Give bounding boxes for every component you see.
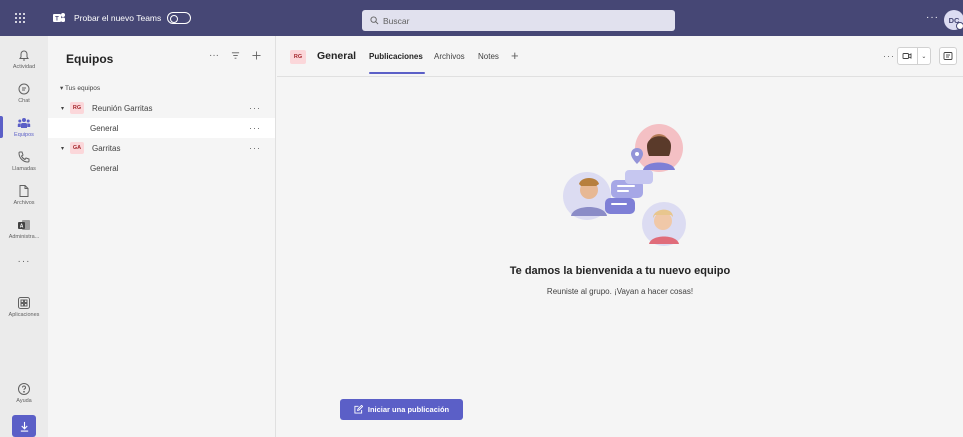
channel-more-button[interactable]: ··· [883, 51, 895, 61]
panel-more-button[interactable]: ··· [209, 50, 219, 61]
channel-info-button[interactable] [939, 47, 957, 65]
rail-item-files[interactable]: Archivos [0, 178, 48, 212]
apps-icon [18, 297, 30, 309]
rail-item-help[interactable]: Ayuda [0, 376, 48, 410]
svg-text:A: A [20, 224, 24, 230]
team-item-garritas[interactable]: ▾ GA Garritas ··· [48, 138, 275, 158]
download-button[interactable] [12, 415, 36, 437]
team-name: Garritas [92, 143, 121, 153]
teams-icon [17, 118, 31, 128]
your-teams-section[interactable]: ▾ Tus equipos [60, 84, 100, 92]
chevron-down-icon[interactable]: ⌄ [918, 53, 930, 60]
active-tab-indicator [369, 72, 425, 74]
rail-item-label: Ayuda [16, 398, 32, 404]
channel-title: General [317, 50, 357, 62]
more-apps-button[interactable]: ··· [0, 256, 48, 267]
rail-item-activity[interactable]: Actividad [0, 42, 48, 76]
admin-app-icon: A [18, 220, 30, 230]
chevron-down-icon: ▾ [60, 145, 64, 152]
tab-archivos[interactable]: Archivos [434, 52, 465, 61]
channel-item-general[interactable]: General [48, 158, 275, 178]
chevron-down-icon: ▾ [60, 105, 64, 112]
channel-header: RG General Publicaciones Archivos Notes … [277, 36, 963, 77]
channel-view: RG General Publicaciones Archivos Notes … [277, 36, 963, 437]
channel-name: General [90, 163, 119, 173]
presence-status-icon [956, 22, 963, 30]
team-more-button[interactable]: ··· [249, 143, 261, 153]
download-icon [20, 421, 28, 432]
app-launcher-waffle-icon[interactable] [0, 0, 40, 36]
new-post-label: Iniciar una publicación [367, 405, 450, 414]
section-label: Tus equipos [64, 85, 101, 92]
panel-info-icon [943, 52, 953, 60]
rail-item-teams[interactable]: Equipos [0, 110, 48, 144]
svg-text:T: T [55, 17, 59, 23]
tab-notes[interactable]: Notes [478, 52, 499, 61]
rail-item-admin[interactable]: A Administra... [0, 212, 48, 246]
team-badge: RG [70, 102, 84, 114]
rail-item-label: Equipos [14, 132, 34, 138]
tab-publicaciones[interactable]: Publicaciones [369, 52, 423, 61]
search-input[interactable]: Buscar [362, 10, 675, 31]
rail-item-label: Administra... [8, 234, 40, 240]
teams-logo-icon: T [52, 11, 66, 25]
add-tab-icon[interactable]: + [511, 48, 519, 63]
welcome-title: Te damos la bienvenida a tu nuevo equipo [509, 265, 731, 277]
channel-more-button[interactable]: ··· [249, 123, 261, 133]
rail-item-label: Archivos [13, 200, 35, 206]
panel-actions: ··· [209, 50, 261, 61]
add-team-icon[interactable] [252, 51, 261, 60]
meet-button[interactable]: ⌄ [897, 47, 931, 65]
team-badge: GA [70, 142, 84, 154]
channel-item-general[interactable]: General ··· [48, 118, 275, 138]
rail-item-label: Llamadas [12, 166, 36, 172]
chat-icon [18, 83, 30, 95]
welcome-subtitle: Reuniste al grupo. ¡Vayan a hacer cosas! [546, 287, 694, 296]
rail-item-apps[interactable]: Aplicaciones [0, 290, 48, 324]
panel-title: Equipos [66, 52, 114, 66]
channel-team-badge: RG [290, 50, 306, 64]
rail-item-label: Chat [18, 98, 30, 104]
settings-more-button[interactable]: ··· [926, 12, 939, 23]
team-name: Reunión Garritas [92, 103, 153, 113]
try-new-teams-label: Probar el nuevo Teams [74, 13, 162, 23]
rail-item-calls[interactable]: Llamadas [0, 144, 48, 178]
app-rail: Actividad Chat Equipos Llamadas Archivos… [0, 36, 48, 437]
video-camera-icon [898, 51, 917, 61]
team-item-reunion-garritas[interactable]: ▾ RG Reunión Garritas ··· [48, 98, 275, 118]
rail-item-label: Aplicaciones [8, 312, 40, 318]
rail-item-chat[interactable]: Chat [0, 76, 48, 110]
welcome-illustration [563, 124, 686, 246]
filter-icon[interactable] [231, 51, 240, 60]
channel-name: General [90, 123, 119, 133]
help-icon [18, 383, 30, 395]
search-icon [370, 16, 379, 25]
team-more-button[interactable]: ··· [249, 103, 261, 113]
teams-panel: Equipos ··· ▾ Tus equipos ▾ RG Reunión G… [48, 36, 276, 437]
search-placeholder: Buscar [383, 15, 410, 26]
phone-icon [18, 151, 30, 163]
new-teams-toggle[interactable] [167, 12, 192, 24]
new-post-button[interactable]: Iniciar una publicación [340, 399, 463, 420]
compose-icon [354, 405, 363, 414]
file-icon [19, 185, 29, 197]
bell-icon [19, 50, 29, 61]
rail-item-label: Actividad [12, 64, 36, 70]
